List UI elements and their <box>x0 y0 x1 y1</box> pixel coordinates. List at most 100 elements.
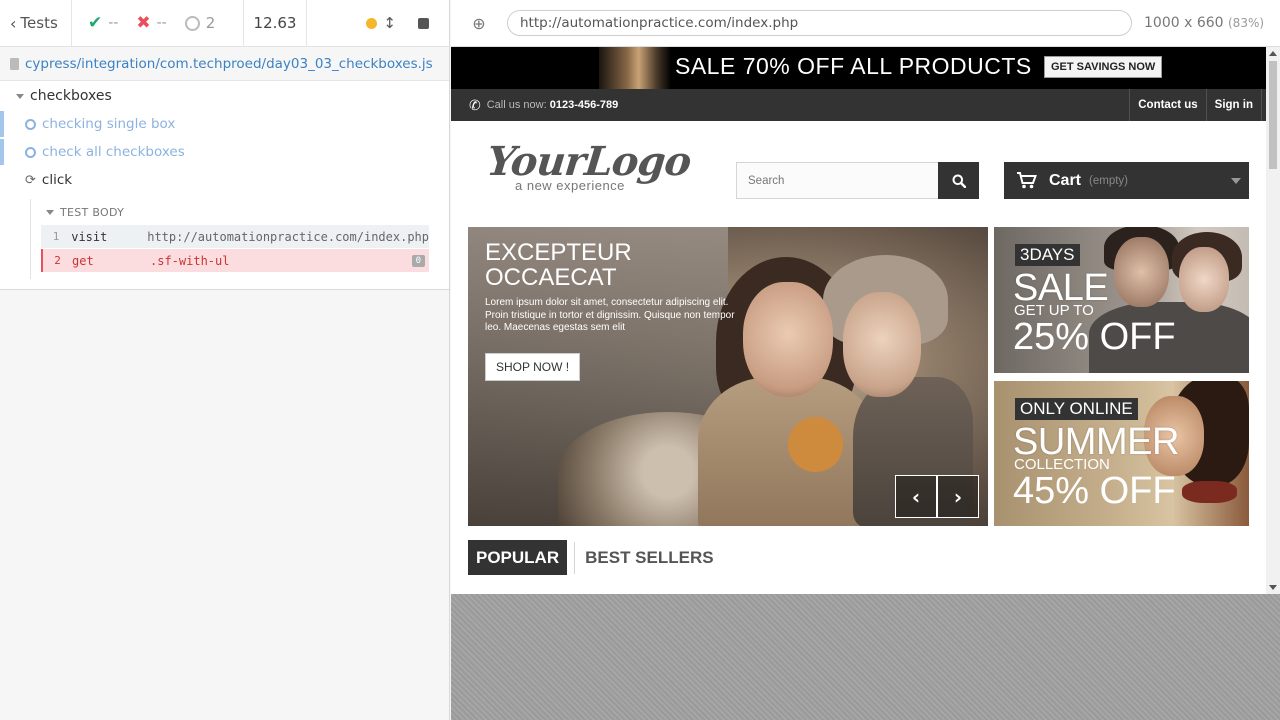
aut-iframe: SALE 70% OFF ALL PRODUCTS GET SAVINGS NO… <box>451 47 1280 594</box>
refresh-icon: ⟳ <box>25 172 36 188</box>
pending-count: 2 <box>205 14 216 32</box>
test-check-all-checkboxes[interactable]: check all checkboxes <box>0 139 450 165</box>
slider-title: EXCEPTEUR OCCAECAT <box>485 240 632 290</box>
banner-model <box>1179 247 1229 312</box>
banner-sunglasses <box>1182 481 1237 503</box>
slider-next-button[interactable]: › <box>937 475 979 518</box>
command-number: 1 <box>52 230 60 243</box>
chevron-right-icon: › <box>953 484 963 509</box>
spec-path: cypress/integration/com.techproed/day03_… <box>25 55 433 72</box>
duration: 12.63 <box>244 0 307 46</box>
auto-scroll-icon[interactable]: ↕ <box>383 14 396 32</box>
scroll-down-icon[interactable] <box>1269 585 1277 590</box>
summer-banner[interactable]: ONLY ONLINE SUMMER COLLECTION 45% OFF <box>994 381 1249 526</box>
command-message: .sf-with-ul <box>150 253 230 268</box>
call-info: Call us now: 0123-456-789 <box>487 99 619 111</box>
scroll-up-icon[interactable] <box>1269 51 1277 56</box>
banner-discount: 45% OFF <box>1013 470 1176 512</box>
pending-circle-icon <box>25 146 36 158</box>
chevron-left-icon: ‹ <box>10 13 17 33</box>
cart-icon <box>1017 172 1037 189</box>
command-visit[interactable]: 1 visit http://automationpractice.com/in… <box>41 225 429 248</box>
phone-number: 0123-456-789 <box>549 99 619 111</box>
caret-down-icon <box>1231 178 1241 184</box>
viewport-size: 1000 x 660 <box>1144 15 1224 31</box>
reporter-panel: ‹ Tests ✔ -- ✖ -- 2 12.63 ↕ cypress/inte… <box>0 0 450 720</box>
sign-in-link[interactable]: Sign in <box>1205 89 1262 121</box>
test-title: click <box>41 172 73 188</box>
runner-controls: ↕ <box>307 0 449 46</box>
product-tabs: POPULAR BEST SELLERS <box>468 540 714 575</box>
failed-stat: ✖ -- <box>136 13 166 33</box>
phone-icon: ✆ <box>469 96 481 113</box>
spec-file-link[interactable]: cypress/integration/com.techproed/day03_… <box>0 47 449 81</box>
running-indicator-icon <box>366 17 378 29</box>
test-click[interactable]: ⟳ click <box>25 167 72 193</box>
test-title: checking single box <box>42 116 176 132</box>
url-display[interactable]: http://automationpractice.com/index.php <box>507 10 1132 36</box>
element-count-badge: 0 <box>411 254 425 267</box>
banner-model <box>1114 237 1169 307</box>
scrollbar-thumb[interactable] <box>1269 61 1277 169</box>
logo-tagline: a new experience <box>515 178 625 193</box>
file-icon <box>10 57 19 70</box>
command-number: 2 <box>54 254 61 267</box>
chevron-left-icon: ‹ <box>911 484 921 509</box>
slider-model-face <box>843 292 921 397</box>
suite-title: checkboxes <box>30 88 112 104</box>
command-name: visit <box>71 229 108 244</box>
homepage-slider[interactable]: EXCEPTEUR OCCAECAT Lorem ipsum dolor sit… <box>468 227 988 526</box>
command-name: get <box>72 253 94 268</box>
call-label: Call us now: <box>486 99 547 111</box>
aut-scrollbar[interactable] <box>1266 47 1280 594</box>
tab-divider <box>574 541 576 574</box>
nav-links: Contact us Sign in <box>1129 89 1262 121</box>
test-checking-single-box[interactable]: checking single box <box>0 111 450 137</box>
caret-down-icon <box>16 93 24 99</box>
contact-us-link[interactable]: Contact us <box>1129 89 1205 121</box>
viewport-info[interactable]: 1000 x 660 (83%) <box>1144 15 1264 31</box>
promo-text: SALE 70% OFF ALL PRODUCTS <box>675 53 1032 79</box>
selector-playground-icon[interactable]: ⊕ <box>451 14 507 33</box>
passed-count: -- <box>108 15 119 31</box>
command-get[interactable]: 2 get .sf-with-ul 0 <box>41 249 429 272</box>
search-button[interactable] <box>938 162 979 199</box>
slider-model-face <box>743 282 833 397</box>
test-body-header[interactable]: TEST BODY <box>46 206 124 219</box>
banner-discount: 25% OFF <box>1013 316 1176 358</box>
banner-tag: 3DAYS <box>1015 244 1080 266</box>
slider-title-line: OCCAECAT <box>485 264 617 291</box>
tab-best-sellers[interactable]: BEST SELLERS <box>585 548 713 568</box>
cart-status: (empty) <box>1089 174 1128 187</box>
suite-checkboxes[interactable]: checkboxes <box>16 88 112 104</box>
sale-banner[interactable]: 3DAYS SALE GET UP TO 25% OFF <box>994 227 1249 373</box>
failed-count: -- <box>156 15 167 31</box>
search-input[interactable]: Search <box>736 162 939 199</box>
shop-now-button[interactable]: SHOP NOW ! <box>485 353 581 381</box>
viewport-scale: (83%) <box>1228 16 1265 30</box>
passed-stat: ✔ -- <box>88 13 118 33</box>
section-label: TEST BODY <box>60 206 125 219</box>
cart-button[interactable]: Cart (empty) <box>1004 162 1249 199</box>
cart-label: Cart <box>1049 171 1082 189</box>
promo-image <box>599 47 671 89</box>
tab-popular[interactable]: POPULAR <box>468 540 568 575</box>
slider-title-line: EXCEPTEUR <box>485 239 632 266</box>
pending-circle-icon <box>184 15 200 31</box>
slider-description: Lorem ipsum dolor sit amet, consectetur … <box>485 297 735 333</box>
banner-tag: ONLY ONLINE <box>1015 398 1138 420</box>
app-runner: ⊕ http://automationpractice.com/index.ph… <box>451 0 1280 720</box>
tree-guide-line <box>30 199 31 279</box>
stop-icon[interactable] <box>418 17 429 29</box>
pending-circle-icon <box>25 118 36 130</box>
promo-banner[interactable]: SALE 70% OFF ALL PRODUCTS GET SAVINGS NO… <box>451 47 1280 89</box>
tests-back-button[interactable]: ‹ Tests <box>0 0 72 46</box>
stats-bar: ✔ -- ✖ -- 2 <box>72 0 244 46</box>
get-savings-button[interactable]: GET SAVINGS NOW <box>1044 56 1163 78</box>
check-icon: ✔ <box>88 13 103 33</box>
slider-prev-button[interactable]: ‹ <box>895 475 937 518</box>
site-nav-bar: ✆ Call us now: 0123-456-789 Contact us S… <box>451 89 1280 121</box>
caret-down-icon <box>46 210 54 215</box>
runner-header: ⊕ http://automationpractice.com/index.ph… <box>451 0 1280 47</box>
test-title: check all checkboxes <box>42 144 185 160</box>
